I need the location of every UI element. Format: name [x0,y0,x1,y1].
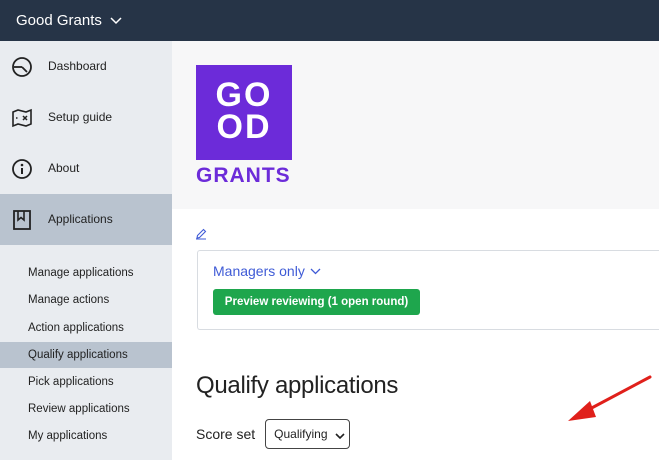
subnav-manage-applications[interactable]: Manage applications [0,260,172,286]
bookmark-icon [11,209,33,231]
subnav-pick-applications[interactable]: Pick applications [0,369,172,395]
subnav-action-applications[interactable]: Action applications [0,315,172,341]
managers-only-label: Managers only [213,263,305,279]
subnav-manage-actions[interactable]: Manage actions [0,287,172,313]
sidebar-item-label: Applications [48,212,113,226]
annotation-arrow-icon [568,375,652,421]
sidebar-item-dashboard[interactable]: Dashboard [0,41,172,92]
sidebar-item-label: About [48,161,80,175]
app-title[interactable]: Good Grants [16,12,102,29]
sidebar: Dashboard Setup guide About Applications… [0,41,172,460]
sidebar-item-about[interactable]: About [0,143,172,194]
logo-mark: GO OD [196,65,292,160]
score-set-select[interactable]: Qualifying [265,419,351,449]
sidebar-item-setup-guide[interactable]: Setup guide [0,92,172,143]
chevron-down-icon [335,429,345,443]
dashboard-gauge-icon [11,56,33,78]
top-bar: Good Grants [0,0,659,41]
score-set-row: Score set Qualifying [196,419,351,449]
page-title: Qualify applications [196,372,399,399]
main-content: GO OD GRANTS Managers only Preview revie… [172,41,659,460]
sidebar-item-applications[interactable]: Applications [0,194,172,245]
info-icon [11,158,33,180]
setup-guide-map-icon [11,107,33,129]
pencil-edit-icon[interactable] [195,227,207,240]
sidebar-item-label: Setup guide [48,110,113,124]
subnav-my-applications[interactable]: My applications [0,423,172,449]
chevron-down-icon [310,268,321,275]
logo-wordmark: GRANTS [196,164,291,187]
sidebar-item-label: Dashboard [48,59,107,73]
score-set-value: Qualifying [274,427,328,441]
subnav-qualify-applications[interactable]: Qualify applications [0,342,172,368]
good-grants-logo: GO OD GRANTS [196,65,292,187]
header-band: GO OD GRANTS [172,41,659,209]
subnav-review-applications[interactable]: Review applications [0,396,172,422]
managers-only-dropdown[interactable]: Managers only [213,263,321,279]
managers-panel: Managers only Preview reviewing (1 open … [197,250,659,330]
score-set-label: Score set [196,426,256,442]
preview-reviewing-button[interactable]: Preview reviewing (1 open round) [213,289,420,315]
chevron-down-icon[interactable] [110,16,122,25]
